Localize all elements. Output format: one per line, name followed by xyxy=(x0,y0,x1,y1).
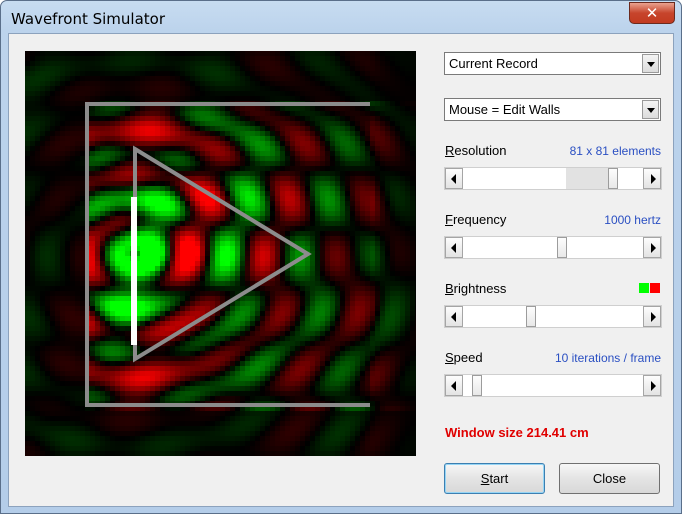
chevron-down-icon[interactable] xyxy=(642,100,659,119)
frequency-value: 1000 hertz xyxy=(604,213,661,227)
slider-track[interactable] xyxy=(463,237,643,258)
brightness-label: Brightness xyxy=(445,281,507,296)
wavefront-display[interactable] xyxy=(25,51,416,456)
frequency-slider[interactable] xyxy=(444,236,662,259)
scroll-left-arrow-icon[interactable] xyxy=(445,237,463,258)
slider-track[interactable] xyxy=(463,375,643,396)
app-window: Wavefront Simulator ✕ Current Record Mou… xyxy=(0,0,682,514)
mouse-mode-select-value: Mouse = Edit Walls xyxy=(449,102,561,117)
window-close-button[interactable]: ✕ xyxy=(629,2,675,24)
record-select[interactable]: Current Record xyxy=(444,52,661,75)
scroll-right-arrow-icon[interactable] xyxy=(643,237,661,258)
scroll-left-arrow-icon[interactable] xyxy=(445,306,463,327)
positive-color-swatch xyxy=(639,283,649,293)
wave-pixels xyxy=(25,51,416,456)
speed-value: 10 iterations / frame xyxy=(554,351,661,365)
slider-track[interactable] xyxy=(463,168,643,189)
slider-thumb[interactable] xyxy=(557,237,567,258)
dialog-client-area: Current Record Mouse = Edit Walls Resolu… xyxy=(8,33,674,507)
resolution-label: Resolution xyxy=(445,143,507,158)
close-button[interactable]: Close xyxy=(559,463,660,494)
window-title: Wavefront Simulator xyxy=(11,10,166,28)
scroll-right-arrow-icon[interactable] xyxy=(643,306,661,327)
scroll-left-arrow-icon[interactable] xyxy=(445,168,463,189)
negative-color-swatch xyxy=(650,283,660,293)
chevron-down-icon[interactable] xyxy=(642,54,659,73)
scroll-right-arrow-icon[interactable] xyxy=(643,168,661,189)
brightness-slider[interactable] xyxy=(444,305,662,328)
slider-thumb[interactable] xyxy=(472,375,482,396)
mouse-mode-select[interactable]: Mouse = Edit Walls xyxy=(444,98,661,121)
window-size-status: Window size 214.41 cm xyxy=(445,425,589,440)
scroll-right-arrow-icon[interactable] xyxy=(643,375,661,396)
frequency-label: Frequency xyxy=(445,212,507,227)
slider-page-band xyxy=(566,168,608,189)
resolution-slider[interactable] xyxy=(444,167,662,190)
slider-thumb[interactable] xyxy=(608,168,618,189)
speed-slider[interactable] xyxy=(444,374,662,397)
slider-thumb[interactable] xyxy=(526,306,536,327)
resolution-value: 81 x 81 elements xyxy=(569,144,661,158)
speed-label: Speed xyxy=(445,350,483,365)
start-button[interactable]: Start xyxy=(444,463,545,494)
slider-track[interactable] xyxy=(463,306,643,327)
scroll-left-arrow-icon[interactable] xyxy=(445,375,463,396)
record-select-value: Current Record xyxy=(449,56,538,71)
wave-field-canvas xyxy=(25,51,416,456)
